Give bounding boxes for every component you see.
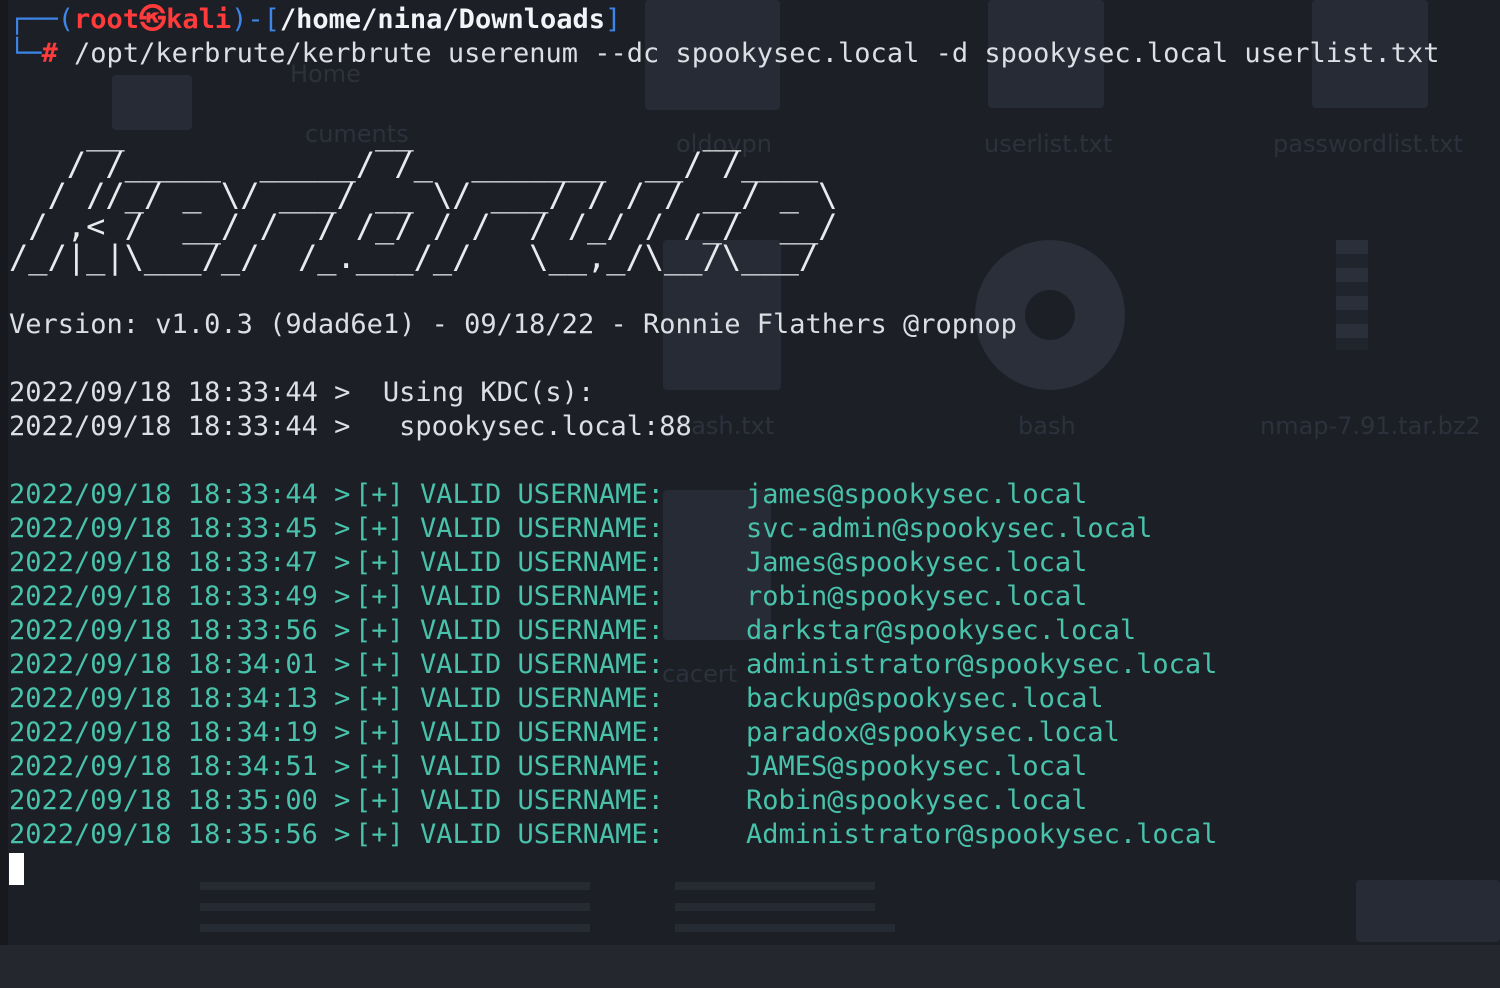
valid-username-label: [+] VALID USERNAME: [355, 785, 664, 816]
valid-username-label: [+] VALID USERNAME: [355, 819, 664, 850]
prompt-box-top: ┌──( [9, 4, 75, 35]
kdc-line: 2022/09/18 18:33:44 > Using KDC(s): [9, 377, 595, 408]
valid-username-label: [+] VALID USERNAME: [355, 751, 664, 782]
prompt-host: kali [166, 4, 232, 35]
result-username: backup@spookysec.local [746, 683, 1104, 714]
command-text[interactable]: /opt/kerbrute/kerbrute userenum --dc spo… [74, 38, 1439, 69]
valid-username-label: [+] VALID USERNAME: [355, 547, 664, 578]
prompt-close: ] [604, 4, 622, 35]
terminal-window[interactable]: ┌──(root㉿kali)-[/home/nina/Downloads] └─… [0, 0, 1500, 945]
result-username: paradox@spookysec.local [746, 717, 1120, 748]
result-username: darkstar@spookysec.local [746, 615, 1137, 646]
result-username: JAMES@spookysec.local [746, 751, 1088, 782]
result-username: administrator@spookysec.local [746, 649, 1218, 680]
valid-username-label: [+] VALID USERNAME: [355, 717, 664, 748]
prompt-at-icon: ㉿ [139, 4, 167, 35]
prompt-separator: )-[ [231, 4, 280, 35]
valid-username-label: [+] VALID USERNAME: [355, 649, 664, 680]
kerbrute-banner: __ __ __ / /_____ _____/ /_ _______ __/ … [9, 114, 838, 276]
result-timestamp: 2022/09/18 18:33:44 > [9, 479, 351, 510]
valid-username-label: [+] VALID USERNAME: [355, 615, 664, 646]
result-timestamp: 2022/09/18 18:34:19 > [9, 717, 351, 748]
result-username: robin@spookysec.local [746, 581, 1088, 612]
result-timestamp: 2022/09/18 18:33:56 > [9, 615, 351, 646]
prompt-user: root [74, 4, 140, 35]
result-timestamp: 2022/09/18 18:35:56 > [9, 819, 351, 850]
prompt-hash: # [41, 38, 58, 69]
text-cursor [9, 853, 24, 885]
result-timestamp: 2022/09/18 18:34:13 > [9, 683, 351, 714]
prompt-line: ┌──(root㉿kali)-[/home/nina/Downloads] [9, 3, 621, 37]
valid-username-label: [+] VALID USERNAME: [355, 683, 664, 714]
command-line: └─# /opt/kerbrute/kerbrute userenum --dc… [9, 37, 1440, 71]
result-username: james@spookysec.local [746, 479, 1088, 510]
result-timestamp: 2022/09/18 18:34:51 > [9, 751, 351, 782]
kdc-line: 2022/09/18 18:33:44 > spookysec.local:88 [9, 411, 692, 442]
valid-username-label: [+] VALID USERNAME: [355, 513, 664, 544]
valid-username-label: [+] VALID USERNAME: [355, 581, 664, 612]
result-username: Robin@spookysec.local [746, 785, 1088, 816]
result-username: svc-admin@spookysec.local [746, 513, 1153, 544]
result-timestamp: 2022/09/18 18:35:00 > [9, 785, 351, 816]
prompt-cwd: /home/nina/Downloads [279, 4, 605, 35]
prompt-box-bottom: └─ [9, 38, 42, 69]
result-timestamp: 2022/09/18 18:33:49 > [9, 581, 351, 612]
taskbar[interactable] [0, 945, 1500, 988]
valid-username-label: [+] VALID USERNAME: [355, 479, 664, 510]
result-timestamp: 2022/09/18 18:33:45 > [9, 513, 351, 544]
result-timestamp: 2022/09/18 18:34:01 > [9, 649, 351, 680]
result-timestamp: 2022/09/18 18:33:47 > [9, 547, 351, 578]
result-username: Administrator@spookysec.local [746, 819, 1218, 850]
result-username: James@spookysec.local [746, 547, 1088, 578]
version-line: Version: v1.0.3 (9dad6e1) - 09/18/22 - R… [9, 309, 1017, 340]
